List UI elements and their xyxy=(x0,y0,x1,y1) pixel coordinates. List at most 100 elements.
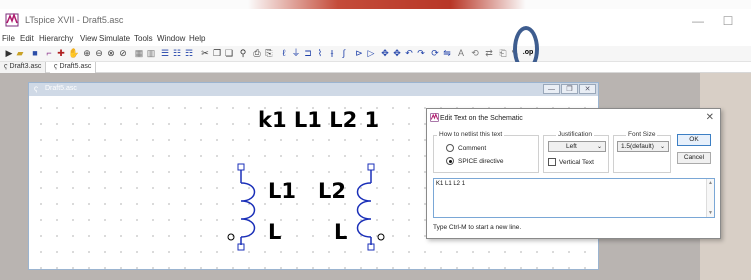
dialog-close-button[interactable]: ✕ xyxy=(706,112,714,123)
rotate-text-icon[interactable]: ⟲ xyxy=(470,48,480,58)
scroll-up-icon[interactable]: ▲ xyxy=(708,180,713,186)
menu-edit[interactable]: Edit xyxy=(20,34,34,43)
tab-label: Draft5.asc xyxy=(59,63,92,70)
rotate-icon[interactable]: ⟳ xyxy=(430,48,440,58)
spice-directive-radio-label[interactable]: SPICE directive xyxy=(458,158,504,165)
ltspice-app-icon xyxy=(5,13,19,27)
label-icon[interactable]: ⊐ xyxy=(303,48,313,58)
tab-bar: ҁ Draft3.asc ҁ Draft5.asc xyxy=(0,62,751,73)
paste-waveform-icon[interactable]: ☶ xyxy=(184,48,194,58)
inductor-l2-value[interactable]: L xyxy=(334,220,347,244)
vertical-text-checkbox[interactable] xyxy=(548,158,556,166)
vertical-text-label[interactable]: Vertical Text xyxy=(559,159,594,166)
waveform-icon[interactable]: ☷ xyxy=(172,48,182,58)
chevron-down-icon: ⌄ xyxy=(659,144,665,150)
tab-draft5[interactable]: ҁ Draft5.asc xyxy=(50,62,97,73)
schematic-window-titlebar[interactable]: ҁ Draft5.asc — ❐ ✕ xyxy=(29,83,598,96)
maximize-button[interactable]: ☐ xyxy=(714,12,742,30)
toolbar: ▶ ▰ ■ ⌐ ✚ ✋ ⊕ ⊖ ⊗ ⊘ ▦ ▥ ☰ ☷ ☶ ✂ ❐ ❏ ⚲ ⎙ … xyxy=(0,46,751,62)
text-scrollbar[interactable]: ▲ ▼ xyxy=(706,179,714,217)
text-input-value: K1 L1 L2 1 xyxy=(436,181,466,187)
capacitor-icon[interactable]: ⫲ xyxy=(327,48,337,58)
inductor-l1-value[interactable]: L xyxy=(268,220,281,244)
dialog-title: Edit Text on the Schematic xyxy=(440,115,523,122)
comment-radio[interactable] xyxy=(446,144,454,152)
schematic-icon: ҁ xyxy=(34,84,38,93)
justification-label: Justification xyxy=(556,131,594,138)
inductor-l2-symbol[interactable] xyxy=(345,163,387,251)
inductor-icon[interactable]: ∫ xyxy=(339,48,349,58)
probe-icon[interactable]: ✚ xyxy=(56,48,66,58)
menu-file[interactable]: File xyxy=(2,34,15,43)
save-icon[interactable]: ■ xyxy=(30,48,40,58)
print-preview-icon[interactable]: ⎘ xyxy=(264,48,274,58)
diode-icon[interactable]: ⊳ xyxy=(354,48,364,58)
text-icon[interactable]: A xyxy=(456,48,466,58)
spice-directive-text[interactable]: k1 L1 L2 1 xyxy=(258,108,379,132)
halt-icon[interactable]: ✋ xyxy=(68,48,79,58)
font-size-select[interactable]: 1.5(default) ⌄ xyxy=(617,141,669,152)
cancel-button[interactable]: Cancel xyxy=(677,152,711,164)
edit-text-dialog: Edit Text on the Schematic ✕ How to netl… xyxy=(426,108,721,239)
zoom-area-icon[interactable]: ⊘ xyxy=(118,48,128,58)
draw-wire-icon[interactable]: ℓ xyxy=(279,48,289,58)
menu-view[interactable]: View xyxy=(80,34,97,43)
child-restore-button[interactable]: ❐ xyxy=(561,84,578,94)
undo-icon[interactable]: ↶ xyxy=(404,48,414,58)
ok-button[interactable]: OK xyxy=(677,134,711,146)
print-icon[interactable]: ⎙ xyxy=(252,48,262,58)
copy-icon[interactable]: ❐ xyxy=(212,48,222,58)
child-close-button[interactable]: ✕ xyxy=(579,84,596,94)
window-title: LTspice XVII - Draft5.asc xyxy=(25,15,124,25)
menu-window[interactable]: Window xyxy=(157,34,185,43)
justification-group: Justification Left ⌄ Vertical Text xyxy=(543,131,609,173)
menu-help[interactable]: Help xyxy=(189,34,205,43)
menu-tools[interactable]: Tools xyxy=(134,34,153,43)
zoom-out-icon[interactable]: ⊖ xyxy=(94,48,104,58)
netlist-group: How to netlist this text Comment SPICE d… xyxy=(433,131,539,173)
inductor-l2-name[interactable]: L2 xyxy=(318,179,346,203)
zoom-in-icon[interactable]: ⊕ xyxy=(82,48,92,58)
text-input-area[interactable]: K1 L1 L2 1 ▲ ▼ xyxy=(433,178,715,218)
inductor-l1-symbol[interactable] xyxy=(225,163,267,251)
resistor-icon[interactable]: ⌇ xyxy=(315,48,325,58)
font-size-group: Font Size 1.5(default) ⌄ xyxy=(613,131,671,173)
menu-bar: File Edit Hierarchy View Simulate Tools … xyxy=(0,33,751,46)
tile-icon[interactable]: ▥ xyxy=(146,48,156,58)
top-strip xyxy=(0,0,751,9)
component-icon[interactable]: ▷ xyxy=(366,48,376,58)
inductor-l1-name[interactable]: L1 xyxy=(268,179,296,203)
cut-icon[interactable]: ✂ xyxy=(200,48,210,58)
menu-hierarchy[interactable]: Hierarchy xyxy=(39,34,73,43)
autorange-icon[interactable]: ▦ xyxy=(134,48,144,58)
wire-icon[interactable]: ⌐ xyxy=(44,48,54,58)
menu-simulate[interactable]: Simulate xyxy=(99,34,130,43)
mirror-icon[interactable]: ⇋ xyxy=(442,48,452,58)
zoom-fit-icon[interactable]: ⊗ xyxy=(106,48,116,58)
ground-icon[interactable]: ⏚ xyxy=(291,48,301,58)
drag-icon[interactable]: ✥ xyxy=(392,48,402,58)
paste-icon[interactable]: ❏ xyxy=(224,48,234,58)
netlist-group-label: How to netlist this text xyxy=(437,131,505,138)
spice-directive-radio[interactable] xyxy=(446,157,454,165)
comment-radio-label[interactable]: Comment xyxy=(458,145,486,152)
tab-label: Draft3.asc xyxy=(9,63,42,70)
move-icon[interactable]: ✥ xyxy=(380,48,390,58)
run-icon[interactable]: ▶ xyxy=(4,48,14,58)
justification-value: Left xyxy=(566,143,577,150)
scroll-down-icon[interactable]: ▼ xyxy=(708,210,713,216)
tab-draft3[interactable]: ҁ Draft3.asc xyxy=(0,62,47,73)
minimize-button[interactable]: — xyxy=(684,12,712,30)
find-icon[interactable]: ⚲ xyxy=(238,48,248,58)
copy-symbol-icon[interactable]: ⎗ xyxy=(498,48,508,58)
justification-select[interactable]: Left ⌄ xyxy=(548,141,606,152)
font-size-value: 1.5(default) xyxy=(621,143,654,150)
redo-icon[interactable]: ↷ xyxy=(416,48,426,58)
title-bar: LTspice XVII - Draft5.asc — ☐ xyxy=(0,9,751,33)
chevron-down-icon: ⌄ xyxy=(596,144,602,150)
child-minimize-button[interactable]: — xyxy=(543,84,560,94)
cascade-icon[interactable]: ☰ xyxy=(160,48,170,58)
font-size-label: Font Size xyxy=(626,131,658,138)
open-icon[interactable]: ▰ xyxy=(15,48,25,58)
mirror-text-icon[interactable]: ⇄ xyxy=(484,48,494,58)
